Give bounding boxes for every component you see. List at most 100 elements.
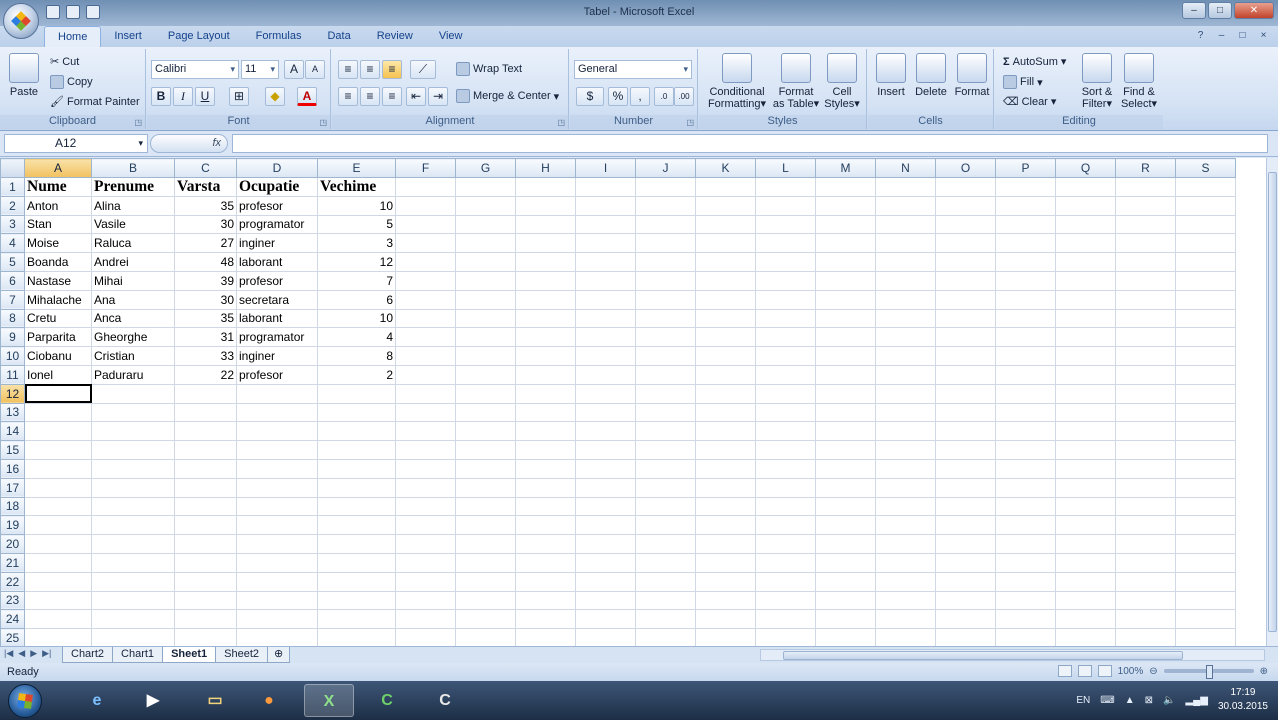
cell-E1[interactable]: Vechime xyxy=(317,176,396,197)
cell-N20[interactable] xyxy=(875,534,936,554)
cell-I17[interactable] xyxy=(575,477,636,498)
camtasia-recorder-icon[interactable]: C xyxy=(420,684,470,717)
cell-C23[interactable] xyxy=(174,590,237,611)
cell-E20[interactable] xyxy=(317,534,396,554)
column-header[interactable]: R xyxy=(1115,158,1176,178)
cell-J4[interactable] xyxy=(635,233,696,254)
cell-F6[interactable] xyxy=(395,270,456,291)
increase-decimal-icon[interactable]: .0 xyxy=(654,87,674,106)
cell-L20[interactable] xyxy=(755,534,816,554)
cell-K15[interactable] xyxy=(695,440,756,460)
cell-L7[interactable] xyxy=(755,289,816,310)
cell-K19[interactable] xyxy=(695,515,756,536)
cell-G7[interactable] xyxy=(455,289,516,310)
cell-J23[interactable] xyxy=(635,590,696,611)
cell-E23[interactable] xyxy=(317,590,396,611)
cell-D19[interactable] xyxy=(236,515,318,536)
cell-P22[interactable] xyxy=(995,571,1056,592)
cell-F12[interactable] xyxy=(395,383,456,404)
cell-Q6[interactable] xyxy=(1055,270,1116,291)
decrease-decimal-icon[interactable]: .00 xyxy=(674,87,694,106)
cell-I9[interactable] xyxy=(575,327,636,348)
cell-N2[interactable] xyxy=(875,195,936,216)
cell-K10[interactable] xyxy=(695,346,756,366)
cell-I10[interactable] xyxy=(575,346,636,366)
cell-R4[interactable] xyxy=(1115,233,1176,254)
cell-G15[interactable] xyxy=(455,440,516,460)
cell-C4[interactable]: 27 xyxy=(174,233,237,254)
cell-D23[interactable] xyxy=(236,590,318,611)
cell-F20[interactable] xyxy=(395,534,456,554)
cell-N23[interactable] xyxy=(875,590,936,611)
cell-J21[interactable] xyxy=(635,552,696,573)
cell-E17[interactable] xyxy=(317,477,396,498)
cell-J6[interactable] xyxy=(635,270,696,291)
cell-S19[interactable] xyxy=(1175,515,1236,536)
cell-A12[interactable] xyxy=(24,383,92,404)
cell-Q11[interactable] xyxy=(1055,364,1116,385)
explorer-icon[interactable]: ▭ xyxy=(190,684,240,717)
cell-L22[interactable] xyxy=(755,571,816,592)
cell-P16[interactable] xyxy=(995,458,1056,479)
cell-D17[interactable] xyxy=(236,477,318,498)
cell-A5[interactable]: Boanda xyxy=(24,252,92,272)
clear-button[interactable]: ⌫ Clear ▾ xyxy=(1003,95,1056,109)
cell-I16[interactable] xyxy=(575,458,636,479)
cell-J1[interactable] xyxy=(635,176,696,197)
cell-S9[interactable] xyxy=(1175,327,1236,348)
column-header[interactable]: F xyxy=(395,158,456,178)
column-header[interactable]: Q xyxy=(1055,158,1116,178)
cell-J19[interactable] xyxy=(635,515,696,536)
cell-G19[interactable] xyxy=(455,515,516,536)
zoom-slider[interactable] xyxy=(1163,665,1254,679)
cell-O9[interactable] xyxy=(935,327,996,348)
row-header[interactable]: 9 xyxy=(0,327,25,348)
italic-button[interactable]: I xyxy=(173,87,193,106)
row-header[interactable]: 18 xyxy=(0,496,25,517)
cell-C13[interactable] xyxy=(174,402,237,423)
cell-C8[interactable]: 35 xyxy=(174,308,237,329)
row-header[interactable]: 22 xyxy=(0,571,25,592)
cell-G14[interactable] xyxy=(455,421,516,442)
comma-button[interactable]: , xyxy=(630,87,650,106)
cell-N24[interactable] xyxy=(875,609,936,630)
clock[interactable]: 17:19 30.03.2015 xyxy=(1218,686,1268,714)
cell-M8[interactable] xyxy=(815,308,876,329)
cell-M12[interactable] xyxy=(815,383,876,404)
cell-P5[interactable] xyxy=(995,252,1056,272)
normal-view-icon[interactable] xyxy=(1057,665,1072,677)
cell-C17[interactable] xyxy=(174,477,237,498)
cell-L4[interactable] xyxy=(755,233,816,254)
cell-M21[interactable] xyxy=(815,552,876,573)
cell-S3[interactable] xyxy=(1175,214,1236,235)
tab-home[interactable]: Home xyxy=(44,26,102,47)
cell-H9[interactable] xyxy=(515,327,576,348)
cell-D4[interactable]: inginer xyxy=(236,233,318,254)
cell-M25[interactable] xyxy=(815,628,876,646)
tab-insert[interactable]: Insert xyxy=(101,26,155,47)
cell-G8[interactable] xyxy=(455,308,516,329)
cell-O5[interactable] xyxy=(935,252,996,272)
cell-C16[interactable] xyxy=(174,458,237,479)
cell-O20[interactable] xyxy=(935,534,996,554)
cell-O2[interactable] xyxy=(935,195,996,216)
cell-M24[interactable] xyxy=(815,609,876,630)
scroll-thumb[interactable] xyxy=(783,651,1183,660)
cell-B25[interactable] xyxy=(91,628,175,646)
autosum-button[interactable]: Σ AutoSum ▾ xyxy=(1003,55,1066,69)
cell-F19[interactable] xyxy=(395,515,456,536)
cell-E5[interactable]: 12 xyxy=(317,252,396,272)
cell-H10[interactable] xyxy=(515,346,576,366)
cell-M11[interactable] xyxy=(815,364,876,385)
row-header[interactable]: 10 xyxy=(0,346,25,366)
cell-B6[interactable]: Mihai xyxy=(91,270,175,291)
volume-icon[interactable]: 🔈 xyxy=(1163,695,1175,706)
cell-G4[interactable] xyxy=(455,233,516,254)
cell-R24[interactable] xyxy=(1115,609,1176,630)
shrink-font-button[interactable]: A xyxy=(305,60,325,79)
cell-N19[interactable] xyxy=(875,515,936,536)
cell-S2[interactable] xyxy=(1175,195,1236,216)
cell-H11[interactable] xyxy=(515,364,576,385)
cell-F3[interactable] xyxy=(395,214,456,235)
column-header[interactable]: E xyxy=(317,158,396,178)
